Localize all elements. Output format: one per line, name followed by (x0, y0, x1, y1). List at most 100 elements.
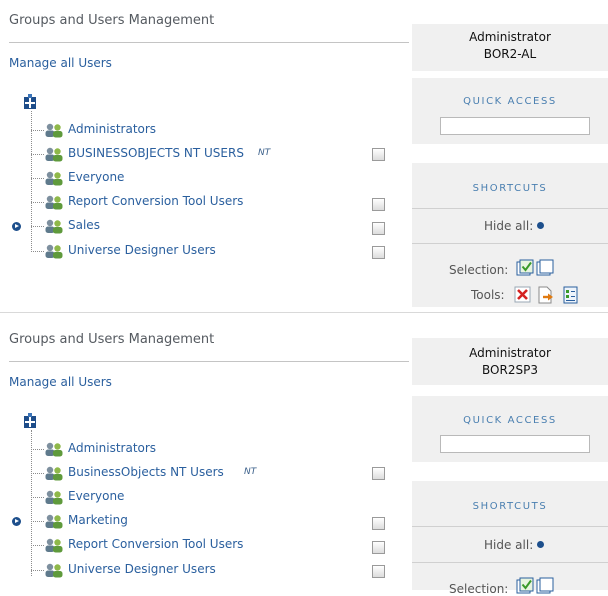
tree-branch (31, 497, 44, 498)
group-name[interactable]: Universe Designer Users (68, 243, 216, 257)
selection-label: Selection: (449, 263, 509, 277)
tree-branch (31, 570, 44, 571)
nt-badge: NT (244, 467, 257, 477)
shortcuts-divider (412, 562, 608, 563)
tree-row-administrators[interactable]: Administrators (31, 122, 391, 147)
deselect-icon[interactable] (536, 259, 554, 277)
user-group-icon (45, 466, 63, 481)
tree-row-marketing[interactable]: Marketing (31, 513, 391, 538)
group-name[interactable]: Report Conversion Tool Users (68, 194, 243, 208)
tree-branch (31, 130, 44, 131)
select-all-icon[interactable] (516, 577, 534, 595)
hide-all-label: Hide all: (484, 219, 534, 233)
group-name[interactable]: BUSINESSOBJECTS NT USERS (68, 146, 244, 160)
user-group-icon (45, 147, 63, 162)
group-checkbox[interactable] (372, 198, 385, 211)
tree-row-everyone[interactable]: Everyone (31, 489, 391, 514)
shortcuts-box: SHORTCUTS Hide all: Selection: (412, 481, 608, 596)
group-name[interactable]: Administrators (68, 122, 156, 136)
tree-branch (31, 545, 44, 546)
tree-row-universe-designer-users[interactable]: Universe Designer Users (31, 243, 391, 268)
title-divider (9, 361, 409, 362)
tree-row-everyone[interactable]: Everyone (31, 170, 391, 195)
group-checkbox[interactable] (372, 148, 385, 161)
groups-users-panel-1: Groups and Users Management Manage all U… (0, 0, 608, 312)
hide-all-toggle[interactable]: Hide all: (484, 538, 545, 552)
shortcuts-divider (412, 526, 608, 527)
user-info-box: Administrator BOR2-AL (412, 24, 608, 71)
server-name: BOR2SP3 (482, 363, 538, 377)
group-name[interactable]: Marketing (68, 513, 128, 527)
tree-row-report-conversion-tool-users[interactable]: Report Conversion Tool Users (31, 194, 391, 219)
expand-icon[interactable] (12, 517, 21, 526)
tree-row-administrators[interactable]: Administrators (31, 441, 391, 466)
add-group-icon[interactable] (22, 94, 38, 110)
user-info-box: Administrator BOR2SP3 (412, 338, 608, 385)
user-group-icon (45, 171, 63, 186)
tree-branch (31, 521, 44, 522)
group-checkbox[interactable] (372, 246, 385, 259)
quick-access-input[interactable] (440, 435, 590, 453)
group-name[interactable]: Administrators (68, 441, 156, 455)
delete-icon[interactable] (514, 286, 532, 304)
export-icon[interactable] (537, 286, 555, 304)
tree-branch (31, 226, 44, 227)
manage-all-users-link[interactable]: Manage all Users (9, 375, 112, 389)
tree-row-report-conversion-tool-users[interactable]: Report Conversion Tool Users (31, 537, 391, 562)
user-group-icon (45, 442, 63, 457)
group-name[interactable]: Everyone (68, 170, 124, 184)
tree-branch (31, 251, 44, 252)
tree-branch (31, 473, 44, 474)
user-name: Administrator (469, 30, 551, 44)
hide-all-icon[interactable] (537, 541, 545, 548)
group-name[interactable]: Everyone (68, 489, 124, 503)
user-group-icon (45, 195, 63, 210)
expand-icon[interactable] (12, 222, 21, 231)
tree-branch (31, 449, 44, 450)
tree-branch (31, 178, 44, 179)
tools-label: Tools: (471, 288, 505, 302)
group-checkbox[interactable] (372, 517, 385, 530)
user-group-icon (45, 244, 63, 259)
group-name[interactable]: BusinessObjects NT Users (68, 465, 224, 479)
tree-row-businessobjects-nt-users[interactable]: BUSINESSOBJECTS NT USERS NT (31, 146, 391, 171)
quick-access-label: QUICK ACCESS (463, 415, 557, 426)
user-group-icon (45, 219, 63, 234)
page-title: Groups and Users Management (9, 13, 215, 28)
hide-all-icon[interactable] (537, 222, 545, 229)
page-title: Groups and Users Management (9, 332, 215, 347)
manage-all-users-link[interactable]: Manage all Users (9, 56, 112, 70)
group-checkbox[interactable] (372, 467, 385, 480)
group-checkbox[interactable] (372, 565, 385, 578)
title-divider (9, 42, 409, 43)
tree-row-universe-designer-users[interactable]: Universe Designer Users (31, 562, 391, 587)
selection-label: Selection: (449, 582, 509, 596)
user-group-icon (45, 123, 63, 138)
group-name[interactable]: Universe Designer Users (68, 562, 216, 576)
quick-access-label: QUICK ACCESS (463, 96, 557, 107)
tree-branch (31, 202, 44, 203)
shortcuts-label: SHORTCUTS (472, 183, 548, 194)
group-checkbox[interactable] (372, 541, 385, 554)
nt-badge: NT (258, 148, 271, 158)
server-name: BOR2-AL (483, 47, 537, 61)
quick-access-box: QUICK ACCESS (412, 78, 608, 144)
select-all-icon[interactable] (516, 259, 534, 277)
group-checkbox[interactable] (372, 222, 385, 235)
shortcuts-divider (412, 208, 608, 209)
add-group-icon[interactable] (22, 413, 38, 429)
shortcuts-box: SHORTCUTS Hide all: Selection: Tools: (412, 163, 608, 307)
user-group-icon (45, 538, 63, 553)
user-group-icon (45, 514, 63, 529)
user-group-icon (45, 490, 63, 505)
properties-icon[interactable] (562, 286, 580, 304)
user-name: Administrator (469, 346, 551, 360)
tree-branch (31, 154, 44, 155)
quick-access-input[interactable] (440, 117, 590, 135)
tree-row-sales[interactable]: Sales (31, 218, 391, 243)
tree-row-businessobjects-nt-users[interactable]: BusinessObjects NT Users NT (31, 465, 391, 490)
deselect-icon[interactable] (536, 577, 554, 595)
hide-all-toggle[interactable]: Hide all: (484, 219, 545, 233)
group-name[interactable]: Report Conversion Tool Users (68, 537, 243, 551)
group-name[interactable]: Sales (68, 218, 100, 232)
